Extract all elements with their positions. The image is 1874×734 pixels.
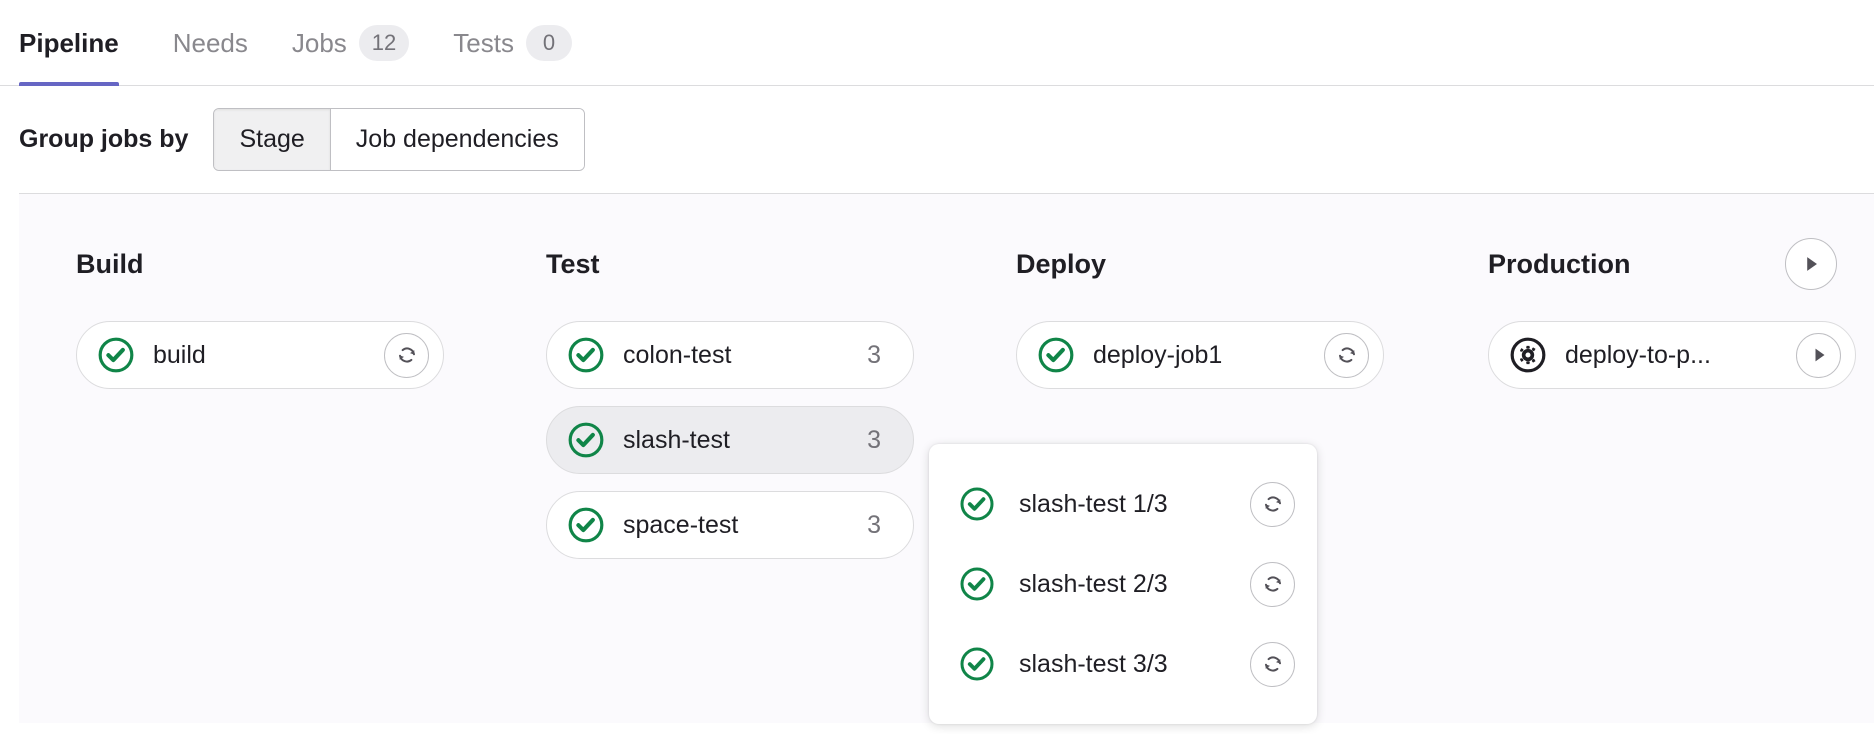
job-list: deploy-job1 xyxy=(1016,321,1429,389)
job-list: deploy-to-p... xyxy=(1488,321,1874,389)
stage-title: Production xyxy=(1488,249,1631,280)
job-card[interactable]: build xyxy=(76,321,444,389)
stage-header: Test xyxy=(546,237,959,291)
job-name: colon-test xyxy=(623,341,867,370)
retry-icon xyxy=(395,343,419,367)
job-play-button[interactable] xyxy=(1796,333,1841,378)
job-list: colon-test3slash-test3space-test3 xyxy=(546,321,959,559)
check-circle-icon xyxy=(959,566,995,602)
check-circle-icon xyxy=(959,646,995,682)
tab-label: Needs xyxy=(173,30,248,56)
active-tab-indicator xyxy=(19,82,119,86)
tab-pipeline[interactable]: Pipeline xyxy=(19,0,141,86)
job-group-count: 3 xyxy=(867,511,881,540)
group-by-stage-button[interactable]: Stage xyxy=(214,109,329,170)
play-icon xyxy=(1807,343,1831,367)
group-jobs-by-label: Group jobs by xyxy=(19,125,188,154)
dropdown-job-item[interactable]: slash-test 1/3 xyxy=(929,464,1317,544)
tab-label: Jobs xyxy=(292,30,347,56)
dropdown-job-retry-button[interactable] xyxy=(1250,482,1295,527)
tab-label: Tests xyxy=(453,30,514,56)
job-card[interactable]: deploy-job1 xyxy=(1016,321,1384,389)
check-circle-icon xyxy=(567,336,605,374)
check-circle-icon xyxy=(1037,336,1075,374)
job-card[interactable]: space-test3 xyxy=(546,491,914,559)
tab-label: Pipeline xyxy=(19,30,119,56)
tab-count-badge: 12 xyxy=(359,25,409,61)
dropdown-job-retry-button[interactable] xyxy=(1250,562,1295,607)
tab-jobs[interactable]: Jobs 12 xyxy=(270,0,431,86)
retry-icon xyxy=(1261,572,1285,596)
stage-column-test: Testcolon-test3slash-test3space-test3 xyxy=(489,237,959,559)
job-card[interactable]: colon-test3 xyxy=(546,321,914,389)
play-icon xyxy=(1798,251,1824,277)
stage-play-all-button[interactable] xyxy=(1785,238,1837,290)
job-card[interactable]: slash-test3 xyxy=(546,406,914,474)
group-by-job-dependencies-button[interactable]: Job dependencies xyxy=(330,109,584,170)
check-circle-icon xyxy=(97,336,135,374)
stage-column-deploy: Deploy deploy-job1 xyxy=(959,237,1429,389)
tab-needs[interactable]: Needs xyxy=(151,0,270,86)
dropdown-job-name: slash-test 3/3 xyxy=(1019,650,1250,679)
group-jobs-by-bar: Group jobs by StageJob dependencies xyxy=(0,86,1874,193)
job-name: slash-test xyxy=(623,426,867,455)
job-list: build xyxy=(76,321,489,389)
pipeline-page: Pipeline Needs Jobs 12 Tests 0 Group jobs by … xyxy=(0,0,1874,734)
stage-header: Build xyxy=(76,237,489,291)
stage-column-build: Build build xyxy=(19,237,489,389)
job-name: space-test xyxy=(623,511,867,540)
job-card[interactable]: deploy-to-p... xyxy=(1488,321,1856,389)
stage-title: Test xyxy=(546,249,600,280)
job-group-dropdown: slash-test 1/3 slash-test 2/3 slash-test 3… xyxy=(929,444,1317,724)
job-name: build xyxy=(153,341,384,370)
check-circle-icon xyxy=(567,421,605,459)
stage-header: Deploy xyxy=(1016,237,1429,291)
job-name: deploy-to-p... xyxy=(1565,341,1796,370)
job-name: deploy-job1 xyxy=(1093,341,1324,370)
stage-title: Deploy xyxy=(1016,249,1106,280)
group-jobs-by-segmented-control: StageJob dependencies xyxy=(213,108,584,171)
dropdown-job-item[interactable]: slash-test 2/3 xyxy=(929,544,1317,624)
check-circle-icon xyxy=(567,506,605,544)
retry-icon xyxy=(1261,652,1285,676)
gear-circle-icon xyxy=(1509,336,1547,374)
stage-column-production: Production deploy-to-p... xyxy=(1429,237,1874,389)
check-circle-icon xyxy=(959,486,995,522)
job-group-count: 3 xyxy=(867,426,881,455)
job-group-count: 3 xyxy=(867,341,881,370)
job-retry-button[interactable] xyxy=(384,333,429,378)
dropdown-job-retry-button[interactable] xyxy=(1250,642,1295,687)
pipeline-tab-bar: Pipeline Needs Jobs 12 Tests 0 xyxy=(0,0,1874,86)
retry-icon xyxy=(1261,492,1285,516)
dropdown-job-name: slash-test 2/3 xyxy=(1019,570,1250,599)
stage-title: Build xyxy=(76,249,144,280)
tab-tests[interactable]: Tests 0 xyxy=(431,0,594,86)
retry-icon xyxy=(1335,343,1359,367)
dropdown-job-item[interactable]: slash-test 3/3 xyxy=(929,624,1317,704)
job-retry-button[interactable] xyxy=(1324,333,1369,378)
dropdown-job-name: slash-test 1/3 xyxy=(1019,490,1250,519)
stage-header: Production xyxy=(1488,237,1874,291)
pipeline-graph-canvas: BuildbuildTestcolon-test3slash-test3spac… xyxy=(19,193,1874,723)
tab-count-badge: 0 xyxy=(526,25,572,61)
